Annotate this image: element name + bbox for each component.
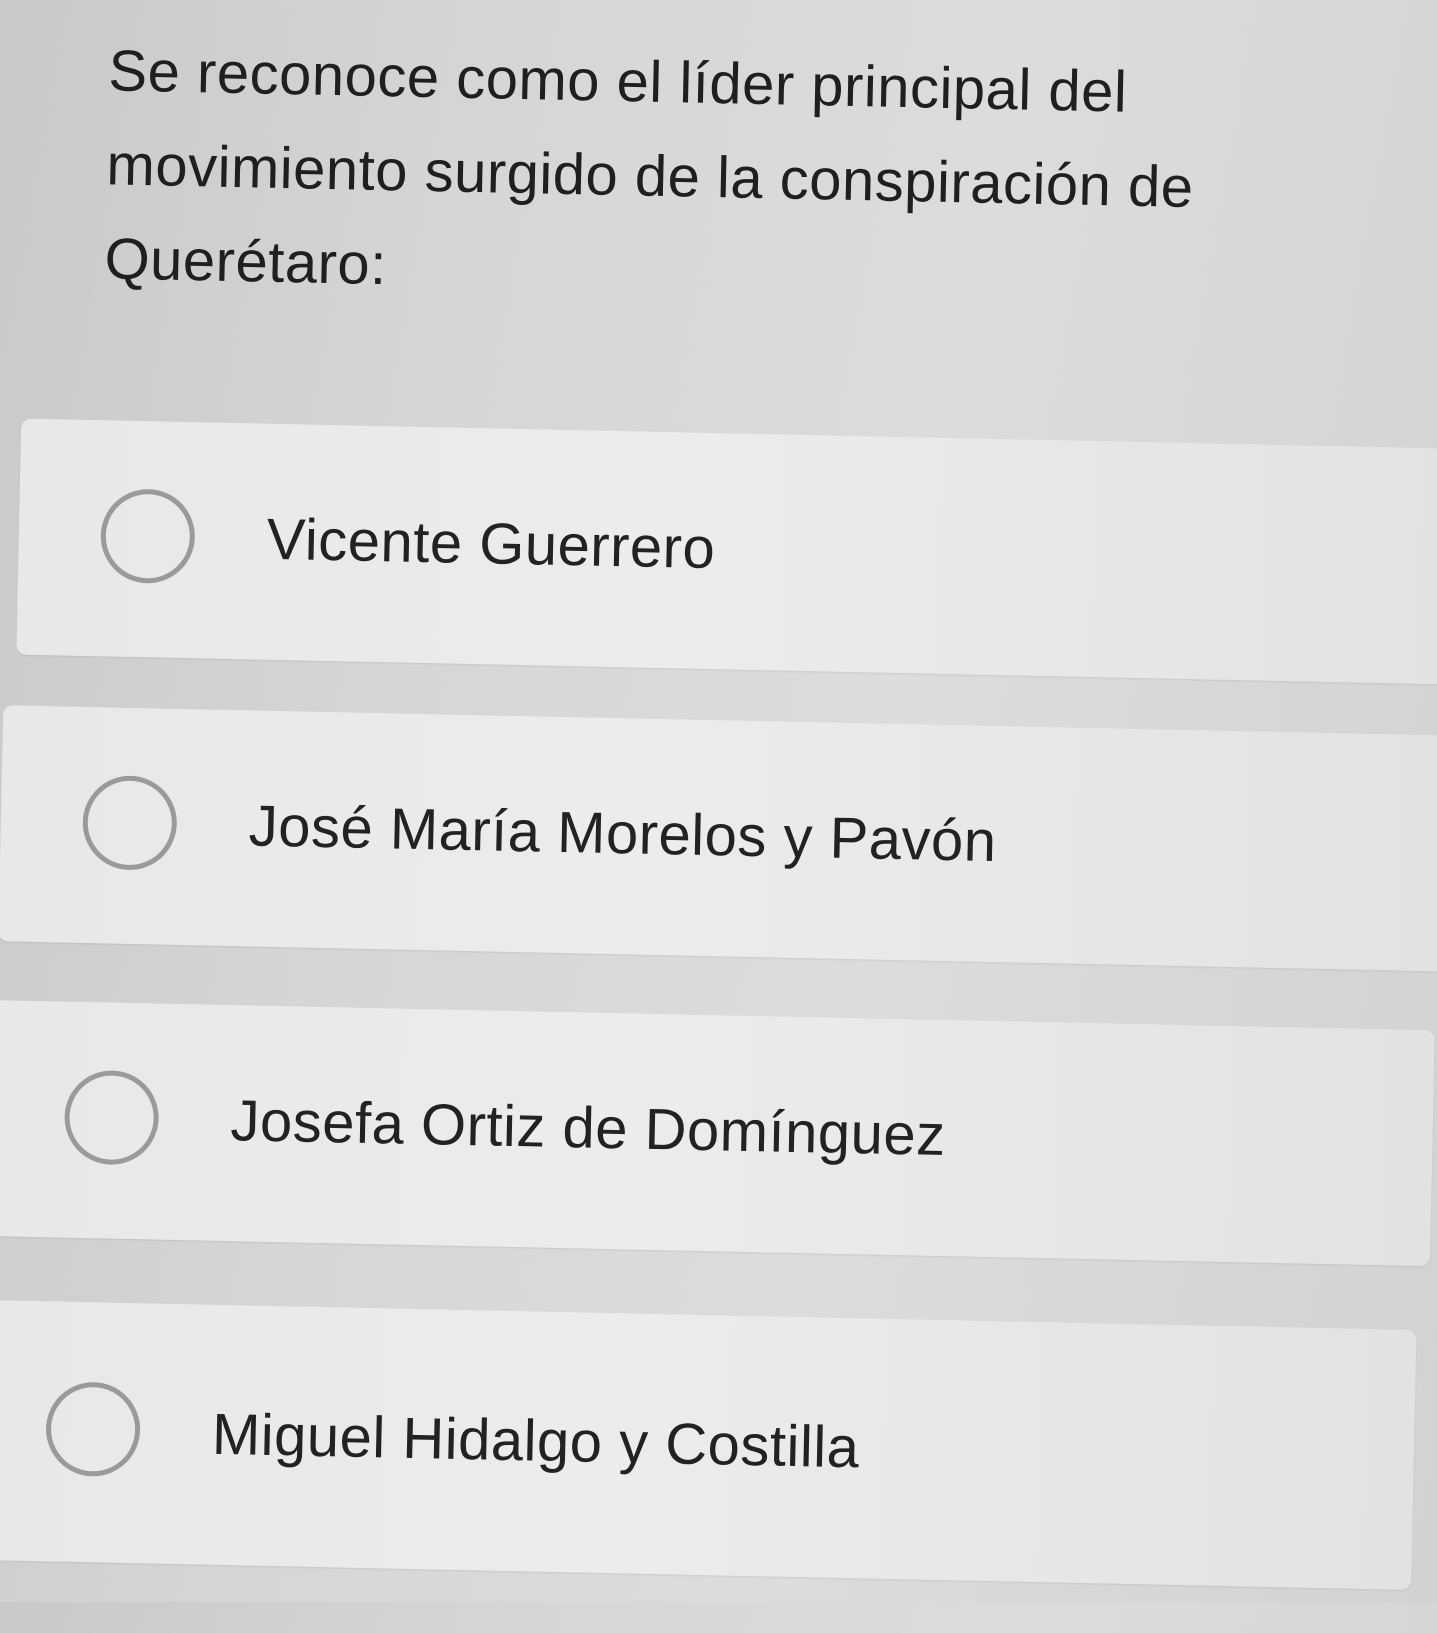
option-josefa-ortiz[interactable]: Josefa Ortiz de Domínguez bbox=[0, 999, 1435, 1267]
radio-circle-icon[interactable] bbox=[63, 1069, 160, 1166]
option-label: José María Morelos y Pavón bbox=[248, 793, 998, 875]
option-jose-maria-morelos[interactable]: José María Morelos y Pavón bbox=[0, 705, 1437, 972]
option-miguel-hidalgo[interactable]: Miguel Hidalgo y Costilla bbox=[0, 1299, 1417, 1590]
option-vicente-guerrero[interactable]: Vicente Guerrero bbox=[16, 418, 1437, 685]
option-label: Vicente Guerrero bbox=[266, 506, 716, 582]
quiz-screen: Se reconoce como el líder principal del … bbox=[0, 0, 1437, 1632]
option-label: Josefa Ortiz de Domínguez bbox=[229, 1088, 947, 1169]
question-text: Se reconoce como el líder principal del … bbox=[103, 38, 1195, 298]
radio-circle-icon[interactable] bbox=[45, 1381, 142, 1478]
radio-circle-icon[interactable] bbox=[99, 488, 196, 585]
radio-circle-icon[interactable] bbox=[81, 774, 178, 871]
option-label: Miguel Hidalgo y Costilla bbox=[211, 1401, 861, 1481]
